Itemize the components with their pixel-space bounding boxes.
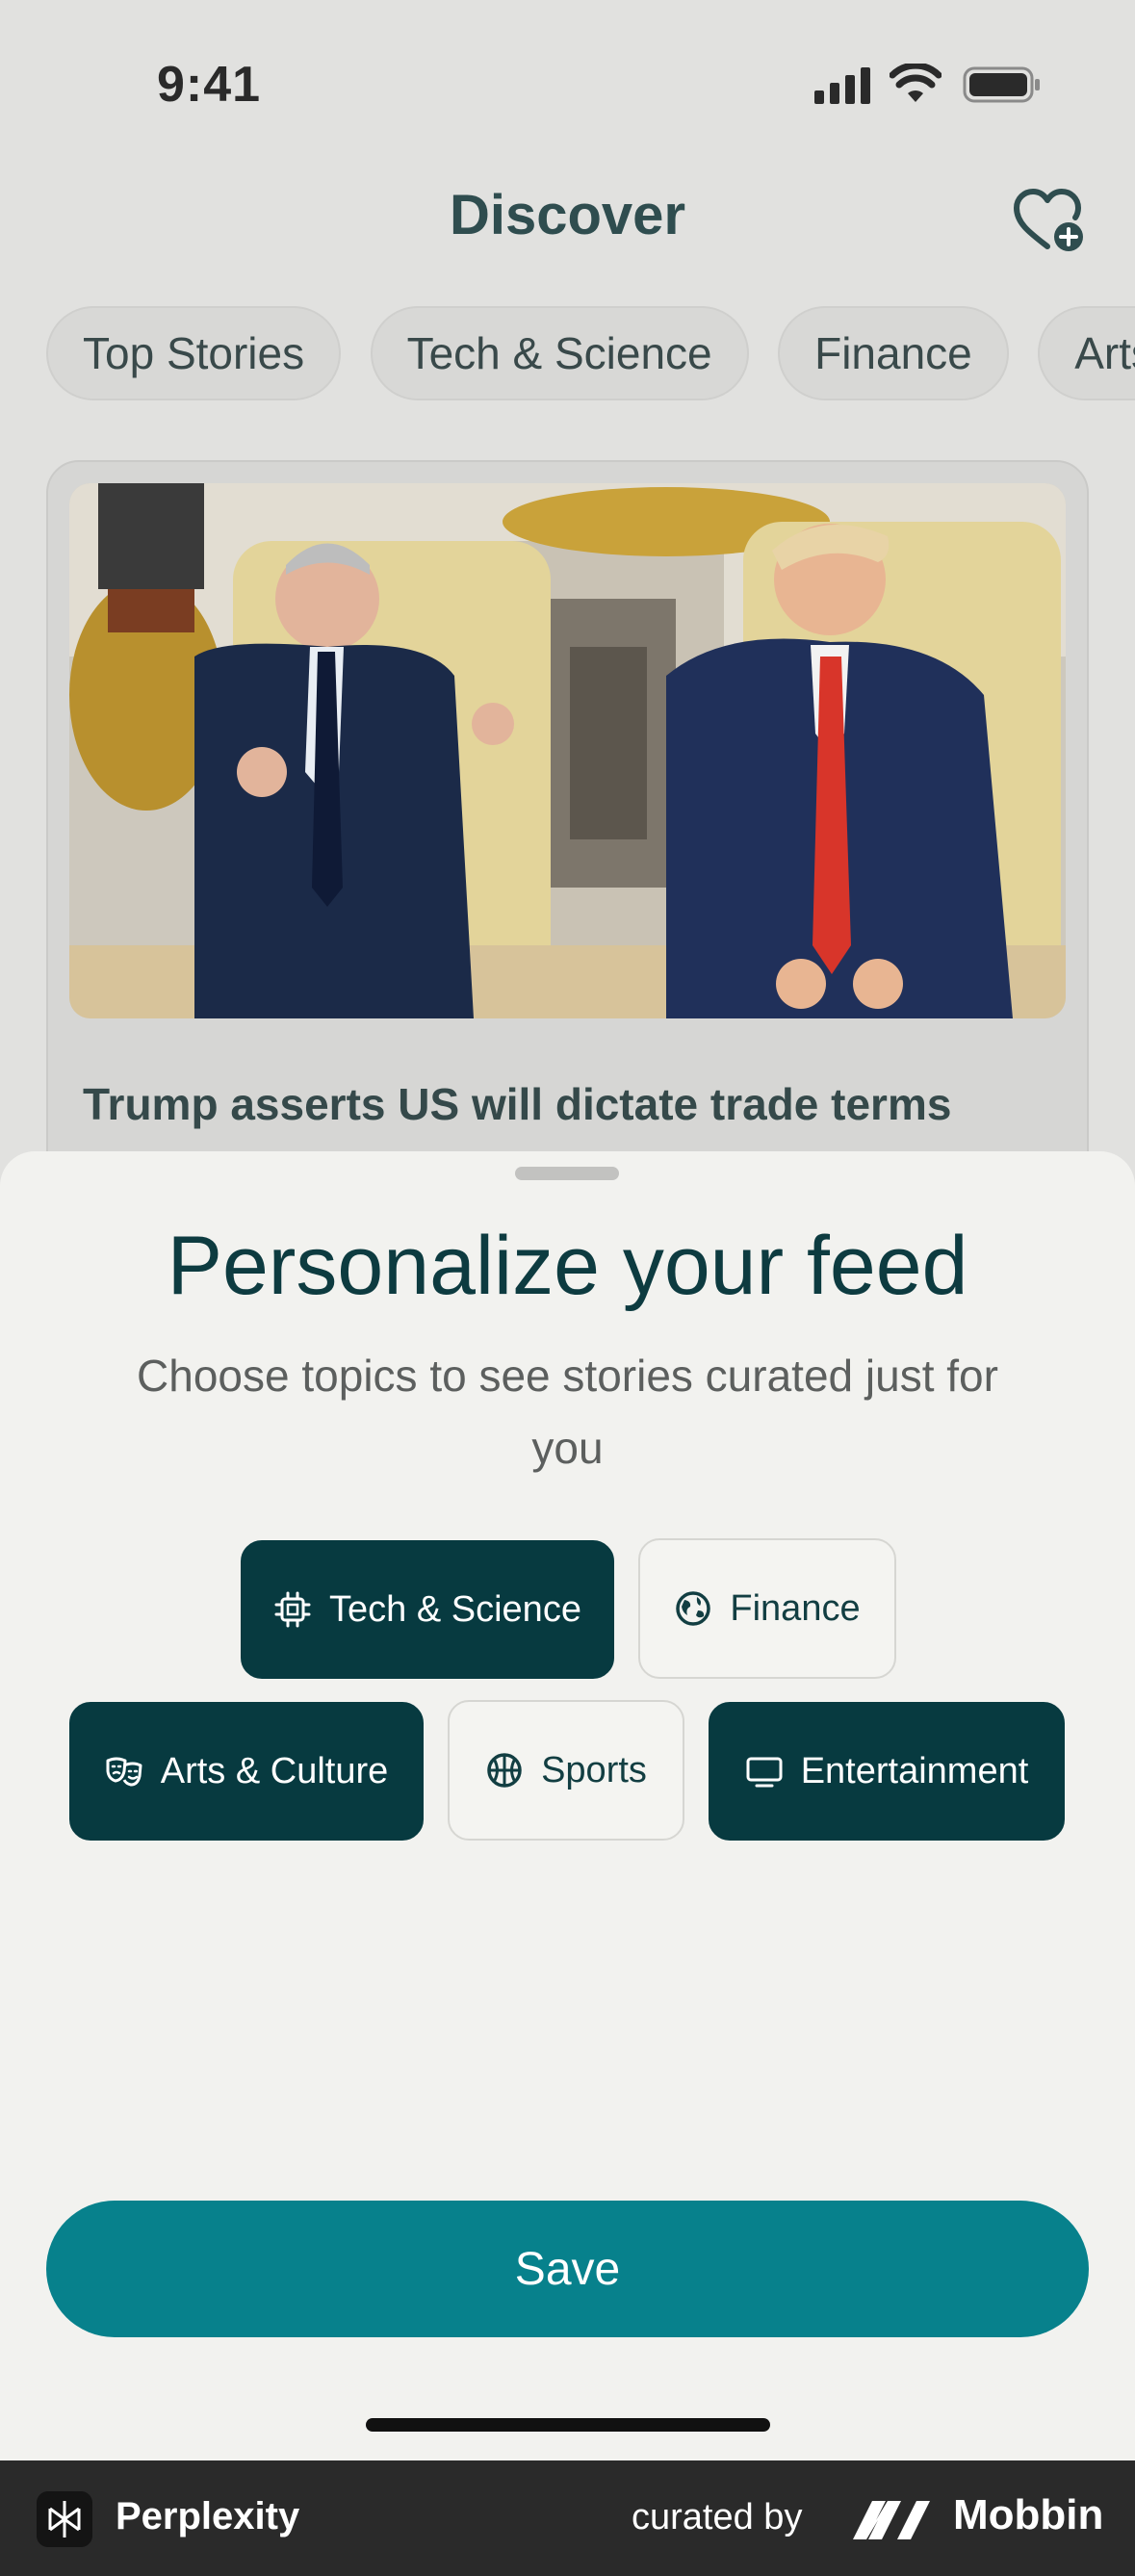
attribution-footer: Perplexity curated by Mobbin xyxy=(0,2460,1135,2576)
tab-finance[interactable]: Finance xyxy=(778,306,1009,400)
status-time: 9:41 xyxy=(157,57,262,113)
wifi-icon xyxy=(890,64,942,102)
chip-icon xyxy=(274,1591,311,1628)
footer-mobbin-wordmark: Mobbin xyxy=(953,2491,1104,2538)
globe-icon xyxy=(676,1591,711,1626)
page-title: Discover xyxy=(449,184,686,246)
perplexity-logo-icon xyxy=(37,2491,92,2547)
footer-app-name: Perplexity xyxy=(116,2495,300,2537)
topic-label: Tech & Science xyxy=(329,1588,581,1630)
sheet-grabber[interactable] xyxy=(515,1167,619,1180)
mobbin-logo-icon xyxy=(853,2501,930,2539)
topic-entertainment[interactable]: Entertainment xyxy=(709,1702,1065,1841)
topic-label: Arts & Culture xyxy=(160,1750,389,1791)
home-indicator xyxy=(366,2418,770,2432)
sheet-title: Personalize your feed xyxy=(167,1220,968,1312)
category-tabs: Top Stories Tech & Science Finance Arts … xyxy=(46,306,1135,400)
news-headline: Trump asserts US will dictate trade term… xyxy=(83,1079,952,1129)
news-photo xyxy=(69,483,1066,1018)
topic-finance[interactable]: Finance xyxy=(638,1538,896,1679)
battery-icon xyxy=(963,66,1040,103)
tab-arts-culture[interactable]: Arts & Culture xyxy=(1038,306,1135,400)
save-button[interactable]: Save xyxy=(46,2201,1089,2337)
topic-arts-culture[interactable]: Arts & Culture xyxy=(69,1702,424,1841)
topic-label: Entertainment xyxy=(800,1750,1029,1791)
news-card[interactable]: Trump asserts US will dictate trade term… xyxy=(46,460,1089,1192)
topic-label: Sports xyxy=(541,1749,647,1790)
status-bar: 9:41 xyxy=(0,0,1135,173)
theater-masks-icon xyxy=(106,1757,142,1787)
cellular-signal-icon xyxy=(814,67,870,104)
tab-top-stories[interactable]: Top Stories xyxy=(46,306,342,400)
footer-curated-by: curated by xyxy=(632,2497,803,2537)
heart-add-icon[interactable] xyxy=(1011,187,1088,254)
topic-label: Finance xyxy=(730,1587,861,1629)
topic-sports[interactable]: Sports xyxy=(448,1700,684,1841)
basketball-icon xyxy=(487,1753,522,1788)
monitor-icon xyxy=(746,1757,783,1788)
tab-tech-science[interactable]: Tech & Science xyxy=(370,306,749,400)
sheet-subtitle: Choose topics to see stories curated jus… xyxy=(137,1351,998,1473)
topic-tech-science[interactable]: Tech & Science xyxy=(241,1540,614,1679)
personalize-sheet: Personalize your feed Choose topics to s… xyxy=(0,1151,1135,2460)
